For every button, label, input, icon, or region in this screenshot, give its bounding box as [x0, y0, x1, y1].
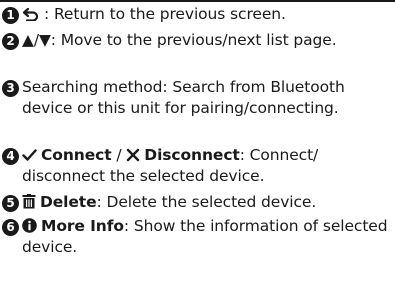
item-number-badge: 5: [2, 195, 19, 212]
back-arrow-icon: [22, 7, 40, 21]
item-text: ▲/▼: Move to the previous/next list page…: [22, 30, 337, 51]
info-icon: [22, 218, 37, 233]
item-number-badge: 2: [2, 33, 19, 50]
top-rule: [0, 0, 395, 2]
item-description: : Return to the previous screen.: [44, 5, 286, 23]
item-number-badge: 3: [2, 80, 19, 97]
list-item-delete: 5 Delete: Delete the selected device.: [2, 192, 392, 213]
item-description: Searching method: Search from Bluetooth …: [22, 78, 345, 117]
cross-icon: [126, 148, 140, 162]
item-number-badge: 1: [2, 7, 19, 24]
list-item-search-method: 3 Searching method: Search from Bluetoot…: [2, 77, 392, 119]
list-item-page-nav: 2 ▲/▼: Move to the previous/next list pa…: [2, 30, 392, 51]
item-description: : Delete the selected device.: [96, 193, 317, 211]
list-item-connect: 4 Connect / Disconnect: Connect/ disconn…: [2, 145, 392, 187]
item-number-badge: 4: [2, 148, 19, 165]
item-text: : Return to the previous screen.: [22, 4, 286, 25]
more-info-label: More Info: [41, 217, 124, 235]
check-icon: [22, 148, 37, 162]
item-text: Delete: Delete the selected device.: [22, 192, 316, 213]
disconnect-label: Disconnect: [144, 146, 240, 164]
trash-icon: [22, 194, 36, 209]
list-item-more-info: 6 More Info: Show the information of sel…: [2, 216, 392, 258]
connect-label: Connect: [41, 146, 112, 164]
item-text: Connect / Disconnect: Connect/ disconnec…: [22, 145, 392, 187]
item-description: : Move to the previous/next list page.: [50, 31, 337, 49]
separator: /: [111, 146, 127, 164]
delete-label: Delete: [40, 193, 97, 211]
item-number-badge: 6: [2, 219, 19, 236]
list-item-return: 1 : Return to the previous screen.: [2, 4, 392, 25]
up-down-arrow-icon: ▲/▼: [22, 31, 51, 49]
item-text: More Info: Show the information of selec…: [22, 216, 392, 258]
